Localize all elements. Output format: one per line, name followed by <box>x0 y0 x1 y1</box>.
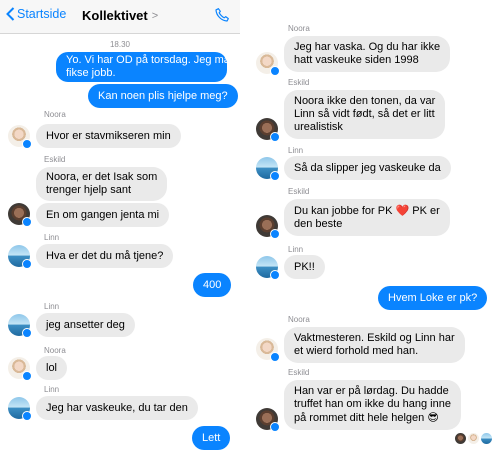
messenger-badge-icon <box>270 422 280 432</box>
message-bubble-incoming[interactable]: Du kan jobbe for PK ❤️ PK er den beste <box>284 199 450 236</box>
message-text: Du kan jobbe for PK <box>294 205 393 217</box>
sunglasses-emoji: 😎 <box>427 411 439 424</box>
message-bubble-outgoing[interactable]: 400 <box>193 273 232 297</box>
message-bubble-incoming[interactable]: Jeg har vaska. Og du har ikke hatt vaske… <box>284 36 451 72</box>
back-button[interactable]: Startside <box>6 7 66 21</box>
read-receipt-linn <box>480 432 493 445</box>
message-bubble-incoming[interactable]: Hva er det du må tjene? <box>36 244 174 268</box>
timestamp: 18.30 <box>109 40 131 49</box>
message-bubble-incoming[interactable]: lol <box>36 356 68 380</box>
message-text: Linn så vidt født, så det er litt <box>294 108 435 120</box>
messenger-badge-icon <box>22 217 32 227</box>
message-bubble-incoming[interactable]: Noora, er det Isak som trenger hjelp san… <box>36 167 168 201</box>
message-text: Yo. Vi har OD på torsdag. Jeg må <box>66 54 230 66</box>
chat-screen-left: Startside Kollektivet > 18.30 Yo. Vi har… <box>0 0 240 456</box>
message-text: Vaktmesteren. Eskild og Linn har <box>294 332 455 344</box>
messenger-badge-icon <box>270 132 280 142</box>
conversation-name: Kollektivet <box>82 8 148 23</box>
messenger-badge-icon <box>270 352 280 362</box>
message-text: hatt vaskeuke siden 1998 <box>294 54 419 66</box>
message-bubble-outgoing[interactable]: Kan noen plis hjelpe meg? <box>88 84 238 108</box>
sender-name: Noora <box>44 346 66 355</box>
message-text: fikse jobb. <box>66 67 116 79</box>
conversation-title[interactable]: Kollektivet > <box>82 8 158 23</box>
message-text: Noora, er det Isak som <box>46 171 158 183</box>
message-text: et wierd forhold med han. <box>294 345 419 357</box>
phone-icon <box>215 8 229 22</box>
read-receipt-noora <box>467 432 480 445</box>
chevron-left-icon <box>6 7 15 21</box>
message-text: Noora ikke den tonen, da var <box>294 95 436 107</box>
message-bubble-outgoing[interactable]: Lett <box>192 426 231 450</box>
messenger-badge-icon <box>270 229 280 239</box>
sender-name: Linn <box>288 245 304 254</box>
chat-header: Startside Kollektivet > <box>0 0 240 34</box>
message-text: på rommet ditt hele helgen <box>294 412 425 424</box>
back-label: Startside <box>17 7 67 21</box>
message-text: den beste <box>294 218 343 230</box>
message-bubble-incoming[interactable]: Så da slipper jeg vaskeuke da <box>284 156 451 180</box>
call-button[interactable] <box>214 7 230 28</box>
message-text: PK er <box>412 205 440 217</box>
heart-emoji: ❤️ <box>395 204 410 217</box>
messenger-badge-icon <box>270 66 280 76</box>
messenger-badge-icon <box>22 371 32 381</box>
read-receipt-eskild <box>454 432 467 445</box>
message-bubble-incoming[interactable]: Hvor er stavmikseren min <box>36 124 181 148</box>
message-text: truffet han om ikke du hang inne <box>294 398 451 410</box>
sender-name: Linn <box>44 233 60 242</box>
message-bubble-incoming[interactable]: Han var er på lørdag. Du hadde truffet h… <box>284 380 461 430</box>
sender-name: Noora <box>44 110 66 119</box>
sender-name: Eskild <box>288 187 310 196</box>
messenger-badge-icon <box>22 328 32 338</box>
messenger-badge-icon <box>270 270 280 280</box>
sender-name: Noora <box>288 24 310 33</box>
sender-name: Eskild <box>288 78 310 87</box>
message-bubble-incoming[interactable]: jeg ansetter deg <box>36 313 135 337</box>
message-bubble-incoming[interactable]: Vaktmesteren. Eskild og Linn har et wier… <box>284 327 465 363</box>
sender-name: Linn <box>44 302 60 311</box>
message-bubble-outgoing[interactable]: Yo. Vi har OD på torsdag. Jeg må fikse j… <box>56 52 230 82</box>
title-chevron-icon: > <box>151 9 159 22</box>
chat-screen-right: Noora Jeg har vaska. Og du har ikke hatt… <box>250 0 500 456</box>
messenger-badge-icon <box>22 259 32 269</box>
message-bubble-incoming[interactable]: En om gangen jenta mi <box>36 203 170 227</box>
message-bubble-incoming[interactable]: PK!! <box>284 255 325 279</box>
message-bubble-outgoing[interactable]: Hvem Loke er pk? <box>378 286 488 310</box>
message-text: Han var er på lørdag. Du hadde <box>294 385 449 397</box>
sender-name: Linn <box>288 146 304 155</box>
sender-name: Eskild <box>288 368 310 377</box>
messenger-badge-icon <box>22 139 32 149</box>
sender-name: Eskild <box>44 155 66 164</box>
messenger-badge-icon <box>270 171 280 181</box>
message-text: urealistisk <box>294 121 343 133</box>
message-text: Jeg har vaska. Og du har ikke <box>294 41 441 53</box>
message-bubble-incoming[interactable]: Jeg har vaskeuke, du tar den <box>36 396 198 420</box>
message-text: trenger hjelp sant <box>46 184 131 196</box>
sender-name: Linn <box>44 385 60 394</box>
sender-name: Noora <box>288 315 310 324</box>
message-bubble-incoming[interactable]: Noora ikke den tonen, da var Linn så vid… <box>284 90 446 139</box>
messenger-badge-icon <box>22 411 32 421</box>
